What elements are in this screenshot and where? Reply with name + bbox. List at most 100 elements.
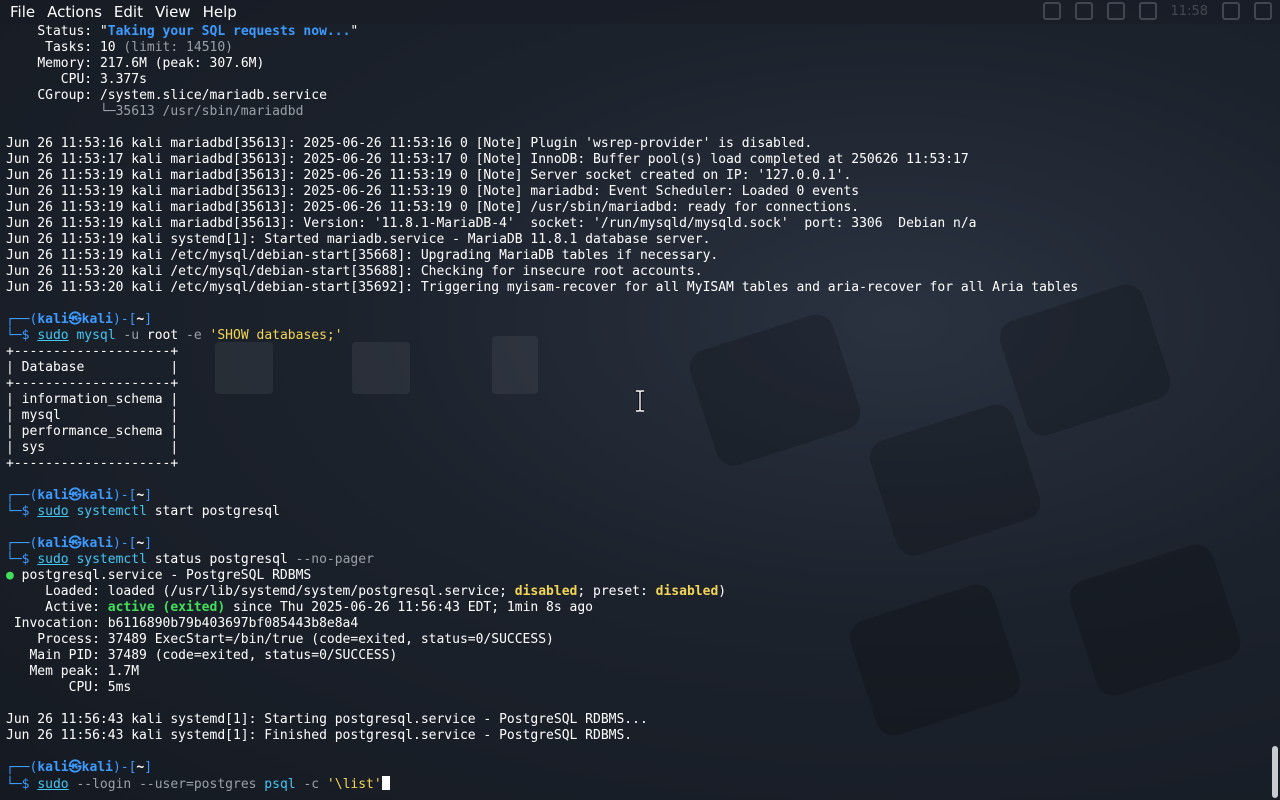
- pg-mainpid-line: Main PID: 37489 (code=exited, status=0/S…: [6, 648, 398, 663]
- pg-loaded-line: Loaded: loaded (/usr/lib/systemd/system/…: [6, 584, 1270, 600]
- prompt-user: kali㉿kali: [37, 536, 113, 551]
- cmd-sudo: sudo: [37, 328, 69, 343]
- prompt-frame: ]: [144, 760, 153, 775]
- log-line: Jun 26 11:56:43 kali systemd[1]: Finishe…: [6, 728, 633, 743]
- prompt-frame: ┌──(: [6, 536, 38, 551]
- log-line: Jun 26 11:53:17 kali mariadbd[35613]: 20…: [6, 152, 969, 167]
- command-line: └─$ sudo systemctl start postgresql: [6, 504, 1270, 520]
- cgroup-value: /system.slice/mariadb.service: [99, 88, 327, 103]
- loaded-disabled: disabled: [514, 584, 578, 599]
- menu-actions[interactable]: Actions: [41, 1, 108, 23]
- command-line: └─$ sudo systemctl status postgresql --n…: [6, 552, 1270, 568]
- log-line: Jun 26 11:53:19 kali systemd[1]: Started…: [6, 232, 711, 247]
- terminal-menubar: File Actions Edit View Help 11:58: [0, 0, 1280, 24]
- loaded-label: Loaded:: [6, 584, 100, 599]
- command-line[interactable]: └─$ sudo --login --user=postgres psql -c…: [6, 776, 1270, 792]
- log-line: Jun 26 11:53:16 kali mariadbd[35613]: 20…: [6, 136, 813, 151]
- command-line: └─$ sudo mysql -u root -e 'SHOW database…: [6, 328, 1270, 344]
- cmd-sudo: sudo: [37, 777, 69, 792]
- volume-icon[interactable]: [1074, 2, 1093, 20]
- cmd-option: -c: [303, 777, 320, 792]
- table-line: | Database |: [6, 360, 179, 375]
- prompt-frame: )-[: [112, 536, 137, 551]
- active-label: Active:: [6, 600, 100, 615]
- table-line: +--------------------+: [6, 456, 179, 471]
- cmd-option: --login --user=postgres: [76, 777, 257, 792]
- log-line: Jun 26 11:53:19 kali mariadbd[35613]: 20…: [6, 168, 852, 183]
- loaded-preset: disabled: [655, 584, 719, 599]
- log-line: Jun 26 11:53:20 kali /etc/mysql/debian-s…: [6, 264, 703, 279]
- table-line: | performance_schema |: [6, 424, 179, 439]
- cmd-program: systemctl: [76, 552, 147, 567]
- status-label: Status:: [37, 24, 93, 39]
- log-line: Jun 26 11:56:43 kali systemd[1]: Startin…: [6, 712, 648, 727]
- prompt-symbol: └─$: [6, 552, 38, 567]
- prompt-frame: ]: [144, 488, 153, 503]
- cmd-arg: status postgresql: [154, 552, 288, 567]
- cgroup-child: └─35613 /usr/sbin/mariadbd: [99, 104, 304, 119]
- tasks-limit: (limit: 14510): [123, 40, 233, 55]
- memory-label: Memory:: [37, 56, 93, 71]
- ibeam-cursor-icon: [636, 390, 644, 412]
- cmd-sudo: sudo: [37, 552, 69, 567]
- loaded-preset-label: ; preset:: [577, 584, 656, 599]
- pg-process-line: Process: 37489 ExecStart=/bin/true (code…: [6, 632, 554, 647]
- log-line: Jun 26 11:53:19 kali mariadbd[35613]: 20…: [6, 200, 860, 215]
- cmd-option: --no-pager: [295, 552, 374, 567]
- active-value: active (exited): [107, 600, 226, 615]
- log-line: Jun 26 11:53:19 kali mariadbd[35613]: 20…: [6, 184, 860, 199]
- active-since: since Thu 2025-06-26 11:56:43 EDT; 1min …: [225, 600, 594, 615]
- scrollbar-thumb[interactable]: [1272, 746, 1278, 798]
- prompt-symbol: └─$: [6, 504, 38, 519]
- prompt-header: ┌──(kali㉿kali)-[~]: [6, 488, 1270, 504]
- cmd-arg: root: [146, 328, 179, 343]
- prompt-symbol: └─$: [6, 777, 38, 792]
- prompt-symbol: └─$: [6, 328, 38, 343]
- menu-file[interactable]: File: [4, 1, 41, 23]
- table-line: +--------------------+: [6, 344, 179, 359]
- lock-icon[interactable]: [1222, 2, 1240, 20]
- status-line: Status: "Taking your SQL requests now...…: [37, 24, 359, 39]
- terminal-scrollbar[interactable]: [1270, 24, 1280, 800]
- power-icon[interactable]: [1138, 2, 1157, 20]
- status-dot-icon: ●: [6, 568, 14, 583]
- cmd-program: psql: [264, 777, 296, 792]
- pg-active-line: Active: active (exited) since Thu 2025-0…: [6, 600, 1270, 616]
- pg-mempeak-line: Mem peak: 1.7M: [6, 664, 140, 679]
- notification-bell-icon[interactable]: [1106, 2, 1125, 20]
- prompt-header: ┌──(kali㉿kali)-[~]: [6, 536, 1270, 552]
- prompt-frame: )-[: [112, 760, 137, 775]
- menu-edit[interactable]: Edit: [108, 1, 149, 23]
- loaded-value: loaded (/usr/lib/systemd/system/postgres…: [99, 584, 515, 599]
- cpu-line: CPU: 3.377s: [6, 72, 1270, 88]
- cmd-sudo: sudo: [37, 504, 69, 519]
- panel-clock[interactable]: 11:58: [1171, 4, 1208, 19]
- prompt-frame: )-[: [112, 312, 137, 327]
- tasks-value: 10: [99, 40, 116, 55]
- terminal-output[interactable]: Status: "Taking your SQL requests now...…: [0, 24, 1270, 800]
- menu-help[interactable]: Help: [197, 1, 243, 23]
- cpu-label: CPU:: [60, 72, 93, 87]
- cmd-arg: start postgresql: [154, 504, 280, 519]
- prompt-user: kali㉿kali: [37, 760, 113, 775]
- prompt-user: kali㉿kali: [37, 488, 113, 503]
- cmd-option: -e: [186, 328, 202, 343]
- menu-view[interactable]: View: [149, 1, 197, 23]
- window-icon[interactable]: [1042, 2, 1061, 20]
- pg-unit-line: ● postgresql.service - PostgreSQL RDBMS: [6, 568, 1270, 584]
- prompt-frame: ]: [144, 536, 153, 551]
- cmd-string: 'SHOW databases;': [209, 328, 343, 343]
- text-cursor: [381, 776, 390, 790]
- cgroup-label: CGroup:: [37, 88, 93, 103]
- prompt-frame: ┌──(: [6, 312, 38, 327]
- pg-unit: postgresql.service - PostgreSQL RDBMS: [21, 568, 312, 583]
- prompt-frame: ┌──(: [6, 488, 38, 503]
- memory-line: Memory: 217.6M (peak: 307.6M): [6, 56, 1270, 72]
- prompt-header: ┌──(kali㉿kali)-[~]: [6, 312, 1270, 328]
- settings-icon[interactable]: [1254, 2, 1272, 20]
